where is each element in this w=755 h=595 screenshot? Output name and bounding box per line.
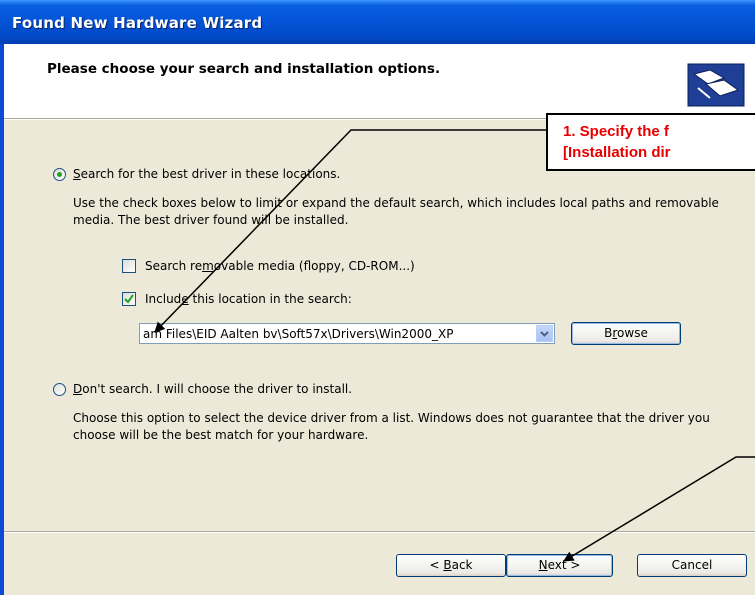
- annotation-arrows: [154, 129, 755, 562]
- arrow-to-next: [563, 456, 755, 562]
- arrow-to-location: [154, 129, 548, 333]
